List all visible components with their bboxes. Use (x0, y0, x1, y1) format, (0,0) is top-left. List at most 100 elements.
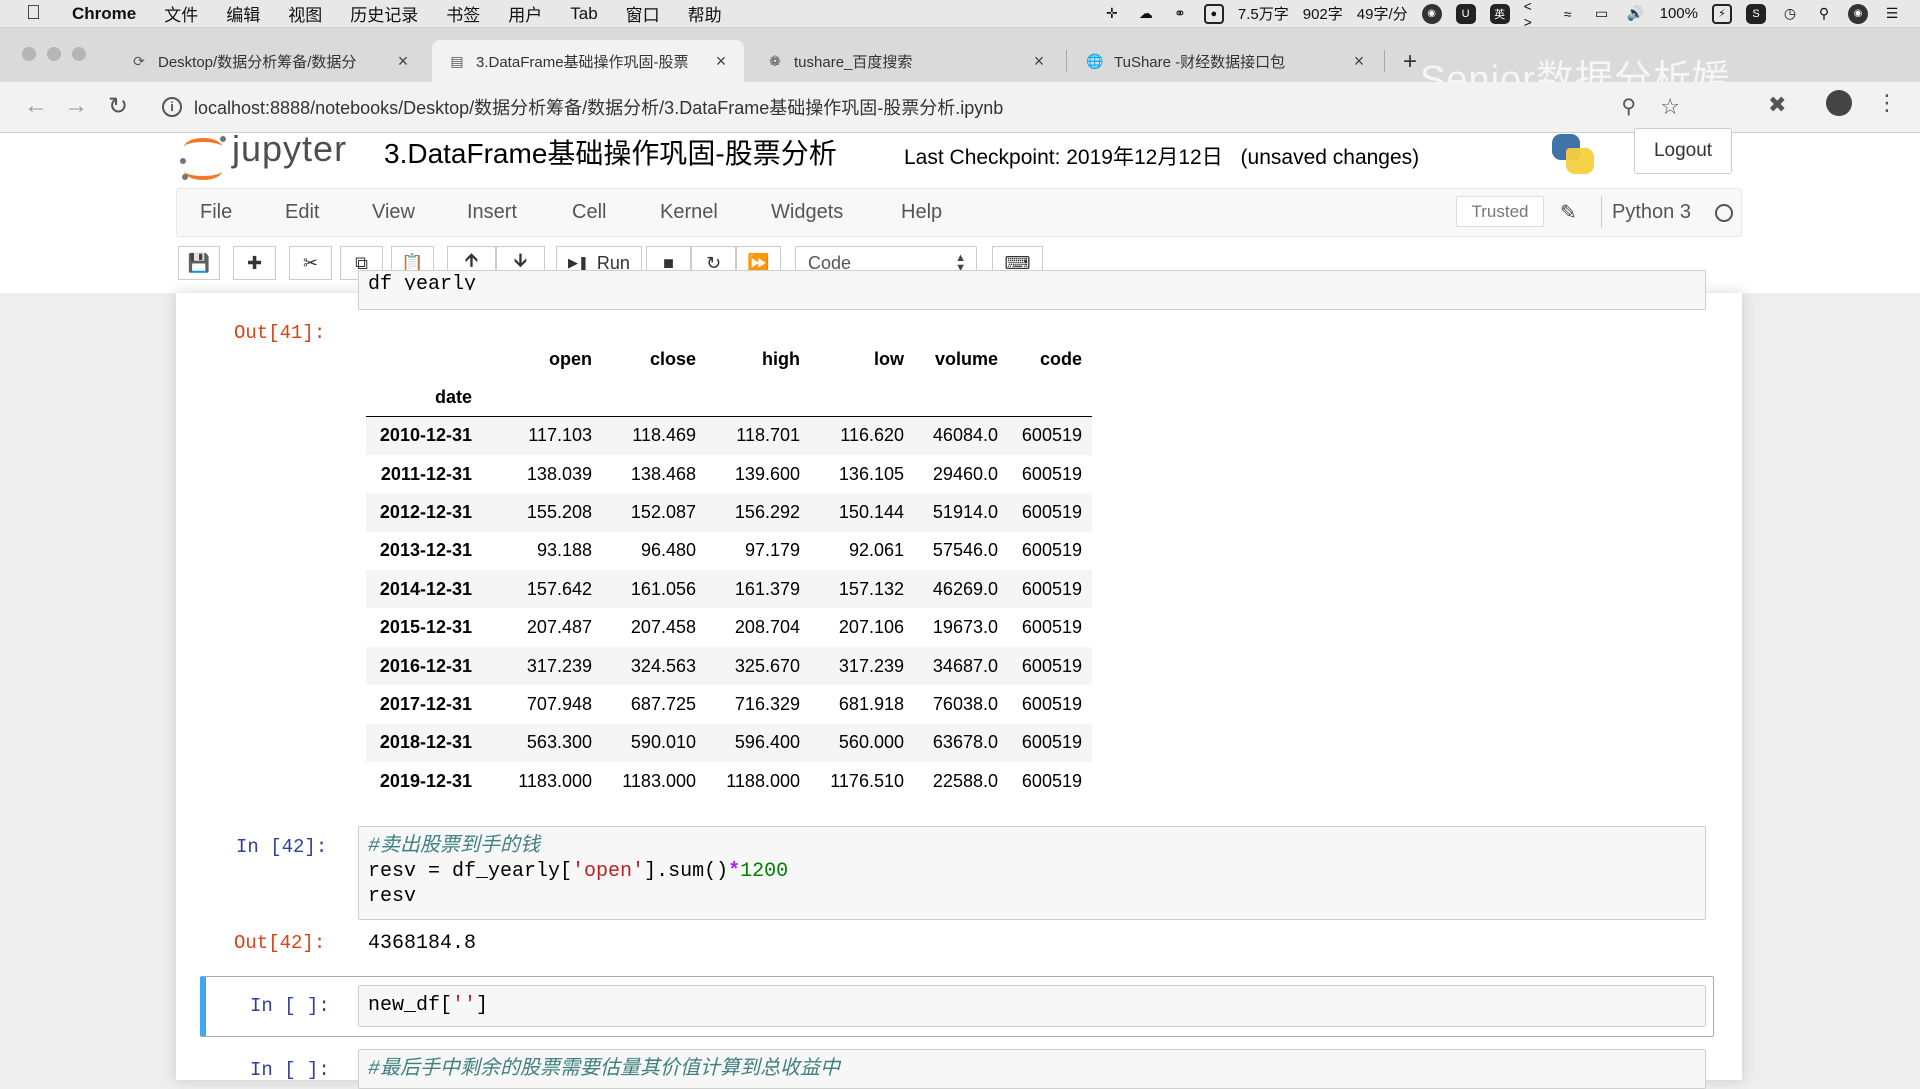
forward-arrow-icon[interactable]: → (64, 92, 88, 120)
creative-cloud-icon[interactable]: ⚭ (1170, 4, 1190, 24)
tab-separator (1384, 50, 1385, 72)
menu-kernel[interactable]: Kernel (660, 201, 718, 224)
screen-record-icon[interactable]: ● (1203, 3, 1224, 24)
battery-icon[interactable]: ⚡ (1712, 3, 1732, 24)
code-block: new_df[''] (368, 993, 488, 1018)
url-field[interactable]: i localhost:8888/notebooks/Desktop/数据分析筹… (156, 88, 1704, 125)
table-cell: 681.918 (838, 693, 904, 714)
code-operator: * (728, 860, 741, 883)
typing-speed-counter: 49字/分 (1356, 6, 1408, 23)
menu-cell[interactable]: Cell (572, 201, 606, 224)
close-window-button[interactable] (22, 47, 36, 61)
table-cell: 19673.0 (932, 617, 998, 638)
code-string: '' (452, 994, 477, 1017)
menu-view[interactable]: View (372, 201, 415, 224)
table-cell: 155.208 (526, 501, 592, 522)
profile-avatar[interactable] (1826, 90, 1852, 116)
menu-file[interactable]: File (200, 201, 232, 224)
back-arrow-icon[interactable]: ← (24, 92, 48, 120)
zoom-magnifier-icon[interactable]: ⚲ (1621, 94, 1636, 119)
extension-x-icon[interactable]: ✖ (1768, 92, 1786, 118)
table-cell: 1188.000 (726, 770, 800, 791)
jupyter-logo-text[interactable]: jupyter (232, 128, 347, 170)
input-method-icon[interactable]: 英 (1489, 3, 1510, 24)
menu-insert[interactable]: Insert (467, 201, 517, 224)
tab-separator (1066, 50, 1067, 72)
code-cell-input[interactable] (358, 270, 1706, 310)
checkpoint-status: Last Checkpoint: 2019年12月12日 (unsaved ch… (904, 141, 1419, 171)
table-row: 2017-12-31 707.948 687.725 716.329 681.918 76… (366, 685, 1092, 723)
url-text[interactable]: localhost:8888/notebooks/Desktop/数据分析筹备/… (194, 94, 1003, 120)
browser-tab-notebook[interactable]: ▤ 3.DataFrame基础操作巩固-股票 × (432, 40, 744, 82)
jupyter-logo-icon[interactable] (180, 134, 228, 180)
browser-tab-tushare[interactable]: 🌐 TuShare -财经数据接口包 × (1070, 40, 1382, 82)
table-cell: 560.000 (838, 732, 904, 753)
output-prompt: Out[42]: (234, 932, 326, 954)
menubar-item-help[interactable]: 帮助 (688, 1, 722, 26)
save-icon: 💾 (187, 252, 211, 273)
menubar-item-tab[interactable]: Tab (570, 4, 597, 24)
wifi-icon[interactable]: ≈ (1558, 4, 1578, 24)
table-cell: 317.239 (526, 655, 592, 676)
trusted-indicator[interactable]: Trusted (1456, 196, 1544, 227)
zoom-window-button[interactable] (72, 47, 86, 61)
menu-edit[interactable]: Edit (285, 201, 319, 224)
code-token: new_df[ (368, 994, 453, 1017)
close-tab-icon[interactable]: × (1030, 51, 1048, 72)
cut-cell-button[interactable]: ✂ (289, 246, 332, 280)
code-token: resv (368, 885, 417, 908)
tab-title: TuShare -财经数据接口包 (1114, 53, 1286, 71)
menubar-item-view[interactable]: 视图 (288, 1, 322, 26)
kernel-name[interactable]: Python 3 (1612, 201, 1691, 224)
menu-help[interactable]: Help (901, 201, 942, 224)
apple-icon[interactable]:  (26, 2, 50, 25)
airplay-icon[interactable]: ▭ (1592, 4, 1612, 24)
table-row: 2018-12-31 563.300 590.010 596.400 560.000 63… (366, 723, 1092, 763)
save-button[interactable]: 💾 (178, 246, 220, 280)
plus-icon: ✚ (246, 252, 263, 273)
menubar-item-bookmarks[interactable]: 书签 (446, 1, 480, 26)
menubar-item-file[interactable]: 文件 (164, 1, 198, 26)
row-index-date: 2011-12-31 (380, 463, 472, 484)
close-tab-icon[interactable]: × (712, 51, 730, 72)
close-tab-icon[interactable]: × (394, 51, 412, 72)
word-count-counter: 902字 (1302, 6, 1343, 23)
new-tab-button[interactable]: + (1403, 48, 1417, 76)
notebook-icon: ▤ (450, 52, 464, 69)
code-brackets-icon[interactable]: < > (1524, 0, 1544, 30)
code-cell-input[interactable] (358, 985, 1706, 1027)
site-info-icon[interactable]: i (162, 96, 182, 117)
menubar-app-name[interactable]: Chrome (72, 4, 136, 24)
dollar-app-icon[interactable]: S (1746, 3, 1766, 24)
insert-cell-button[interactable]: ✚ (233, 246, 276, 280)
menubar-item-edit[interactable]: 编辑 (226, 1, 260, 26)
tab-title: tushare_百度搜索 (794, 53, 913, 71)
table-cell: 208.704 (734, 617, 800, 638)
chrome-menu-icon[interactable]: ⋮ (1876, 90, 1898, 116)
siri-icon[interactable]: ◉ (1848, 3, 1868, 24)
bookmark-star-icon[interactable]: ☆ (1660, 94, 1680, 120)
menubar-item-people[interactable]: 用户 (508, 1, 542, 26)
menu-widgets[interactable]: Widgets (771, 201, 843, 224)
app-u-icon[interactable]: U (1455, 3, 1476, 24)
notification-center-icon[interactable]: ☰ (1882, 4, 1902, 24)
minimize-window-button[interactable] (47, 47, 61, 61)
reload-icon[interactable]: ↻ (108, 92, 128, 121)
record-icon[interactable]: ◉ (1421, 3, 1442, 24)
close-tab-icon[interactable]: × (1350, 51, 1368, 72)
checkpoint-text: Last Checkpoint: 2019年12月12日 (904, 146, 1223, 169)
row-index-date: 2013-12-31 (379, 540, 472, 561)
browser-tab-baidu[interactable]: ❁ tushare_百度搜索 × (750, 40, 1062, 82)
move-cursor-icon[interactable]: ✛ (1102, 4, 1122, 24)
table-cell: 600519 (1021, 540, 1082, 561)
browser-tab-desktop[interactable]: ⟳ Desktop/数据分析筹备/数据分 × (114, 40, 426, 82)
clock-icon[interactable]: ◷ (1780, 4, 1800, 24)
code-comment: #最后手中剩余的股票需要估量其价值计算到总收益中 (368, 1058, 841, 1081)
menubar-item-history[interactable]: 历史记录 (350, 1, 418, 26)
spotlight-search-icon[interactable]: ⚲ (1814, 4, 1834, 24)
notebook-title[interactable]: 3.DataFrame基础操作巩固-股票分析 (384, 132, 837, 172)
cloud-icon[interactable]: ☁ (1136, 4, 1156, 24)
volume-icon[interactable]: 🔊 (1626, 4, 1646, 24)
menubar-item-window[interactable]: 窗口 (626, 1, 660, 26)
logout-button[interactable]: Logout (1634, 128, 1732, 174)
